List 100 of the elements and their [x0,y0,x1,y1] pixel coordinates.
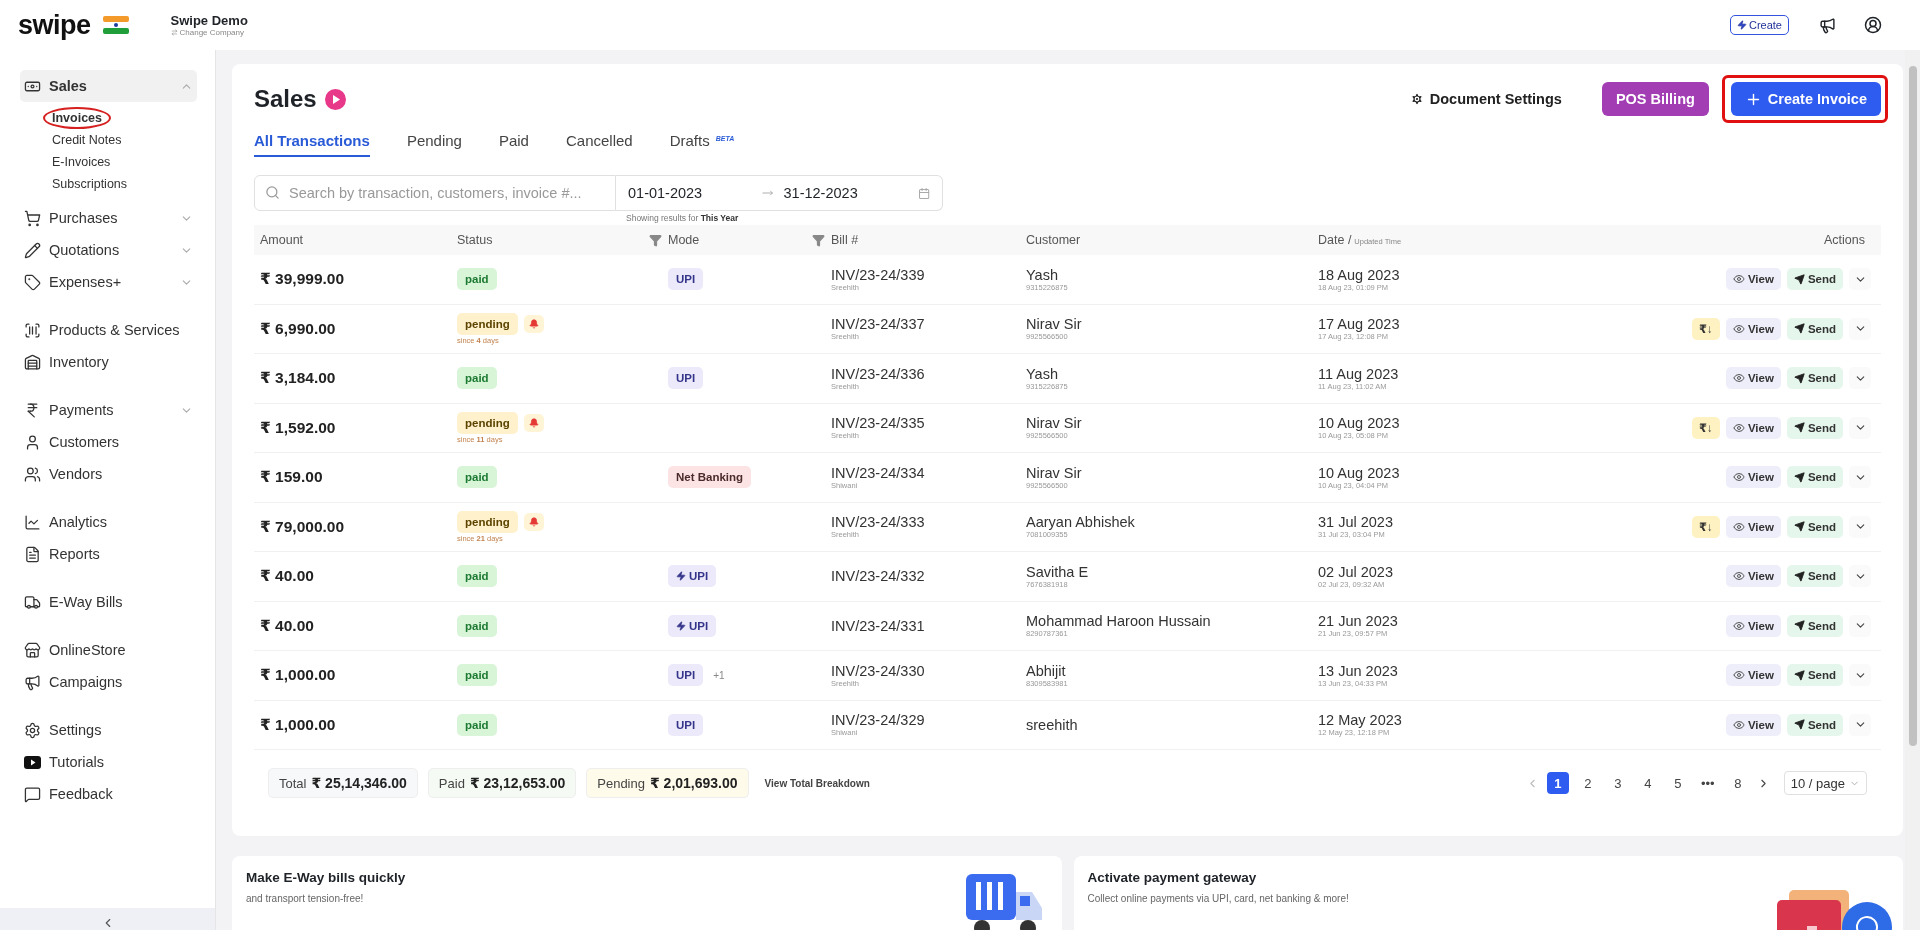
sidebar-item[interactable]: Campaigns [20,666,197,698]
reminder-button[interactable] [523,413,544,432]
send-button[interactable]: Send [1786,317,1843,340]
page-size-select[interactable]: 10 / page [1783,771,1867,795]
more-button[interactable] [1849,614,1871,637]
play-icon[interactable] [324,88,346,110]
sidebar-item[interactable]: E-Way Bills [20,586,197,618]
customer-name: Abhijit [1026,662,1066,679]
page-button[interactable]: 5 [1666,772,1689,794]
view-button[interactable]: View [1725,367,1781,390]
send-button[interactable]: Send [1786,268,1843,291]
reminder-button[interactable] [523,314,544,333]
sidebar-item[interactable]: Expenses+ [20,266,197,298]
amount: ₹ 1,000.00 [260,715,336,734]
submenu-item[interactable]: Subscriptions [43,173,137,195]
search-field[interactable]: Search by transaction, customers, invoice #... [254,175,616,211]
submenu-item[interactable]: Invoices [43,107,112,129]
payment-mode-badge: UPI [668,268,704,291]
reminder-button[interactable] [523,512,544,531]
lightning-icon [1736,20,1747,30]
sidebar-item[interactable]: Analytics [20,506,197,538]
sidebar-item[interactable]: Purchases [20,202,197,234]
eye-icon [1732,421,1745,434]
page-button[interactable]: 4 [1636,772,1659,794]
tab[interactable]: Paid [498,128,529,157]
more-button[interactable] [1849,713,1871,736]
logo[interactable]: swipe [18,9,91,41]
eye-icon [1732,619,1745,632]
tab[interactable]: Pending [406,128,462,157]
user-avatar-icon[interactable] [1864,16,1882,34]
page-button[interactable]: 2 [1576,772,1599,794]
page-button[interactable]: 3 [1606,772,1629,794]
filter-icon[interactable] [812,233,825,247]
sidebar-item[interactable]: Inventory [20,346,197,378]
send-button[interactable]: Send [1786,614,1843,637]
send-button[interactable]: Send [1786,466,1843,489]
tab[interactable]: Cancelled [565,128,633,157]
more-button[interactable] [1849,466,1871,489]
page-button[interactable]: 1 [1546,772,1569,794]
sidebar-item[interactable]: Feedback [20,778,197,810]
receive-payment-button[interactable]: ₹↓ [1692,515,1720,538]
view-button[interactable]: View [1725,565,1781,588]
promo-card[interactable]: Make E-Way bills quickly and transport tension-free! [232,856,1062,930]
more-button[interactable] [1849,664,1871,687]
sidebar-item[interactable]: Vendors [20,458,197,490]
sidebar-item[interactable]: Settings [20,714,197,746]
date-range-field[interactable]: 01-01-2023 31-12-2023 [616,175,943,211]
bill-number: INV/23-24/329 [831,712,925,729]
send-button[interactable]: Send [1786,664,1843,687]
more-button[interactable] [1849,367,1871,390]
more-button[interactable] [1849,515,1871,538]
scan-icon [24,321,41,339]
view-button[interactable]: View [1725,317,1781,340]
send-icon [1793,521,1805,533]
more-button[interactable] [1849,268,1871,291]
page-button[interactable]: ••• [1696,772,1719,794]
promo-card[interactable]: Activate payment gateway Collect online payments via UPI, card, net banking & more! [1073,856,1903,930]
view-button[interactable]: View [1725,416,1781,439]
breakdown-link[interactable]: View Total Breakdown [764,777,870,789]
filter-icon[interactable] [649,233,662,247]
submenu-item[interactable]: Credit Notes [43,129,131,151]
receive-payment-button[interactable]: ₹↓ [1692,317,1720,340]
more-button[interactable] [1849,317,1871,340]
create-invoice-button[interactable]: Create Invoice [1730,82,1881,116]
page-button[interactable]: 8 [1726,772,1749,794]
submenu-item[interactable]: E-Invoices [43,151,120,173]
view-button[interactable]: View [1725,268,1781,291]
pos-billing-button[interactable]: POS Billing [1601,82,1709,116]
send-button[interactable]: Send [1786,565,1843,588]
sidebar-item[interactable]: Reports [20,538,197,570]
status-badge: paid [457,664,497,687]
sidebar-item[interactable]: Quotations [20,234,197,266]
sidebar-item[interactable]: Sales [20,70,197,102]
change-company-link[interactable]: Change Company [170,28,248,37]
send-icon [1793,422,1805,434]
sidebar-item[interactable]: Customers [20,426,197,458]
tab[interactable]: All Transactions [254,128,370,157]
date: 18 Aug 2023 [1318,266,1400,283]
sidebar-item[interactable]: Payments [20,394,197,426]
scrollbar-thumb[interactable] [1908,66,1917,746]
more-button[interactable] [1849,416,1871,439]
view-button[interactable]: View [1725,614,1781,637]
view-button[interactable]: View [1725,713,1781,736]
create-button[interactable]: Create [1729,15,1789,35]
send-button[interactable]: Send [1786,416,1843,439]
view-button[interactable]: View [1725,466,1781,489]
date: 10 Aug 2023 [1318,415,1400,432]
send-button[interactable]: Send [1786,515,1843,538]
send-button[interactable]: Send [1786,713,1843,736]
sidebar-item[interactable]: Tutorials [20,746,197,778]
view-button[interactable]: View [1725,664,1781,687]
megaphone-icon[interactable] [1819,16,1836,34]
receive-payment-button[interactable]: ₹↓ [1692,416,1720,439]
view-button[interactable]: View [1725,515,1781,538]
bill-number: INV/23-24/332 [831,568,925,585]
sidebar-item[interactable]: OnlineStore [20,634,197,666]
more-button[interactable] [1849,565,1871,588]
sidebar-item[interactable]: Products & Services [20,314,197,346]
send-button[interactable]: Send [1786,367,1843,390]
document-settings-button[interactable]: Document Settings [1403,90,1568,108]
